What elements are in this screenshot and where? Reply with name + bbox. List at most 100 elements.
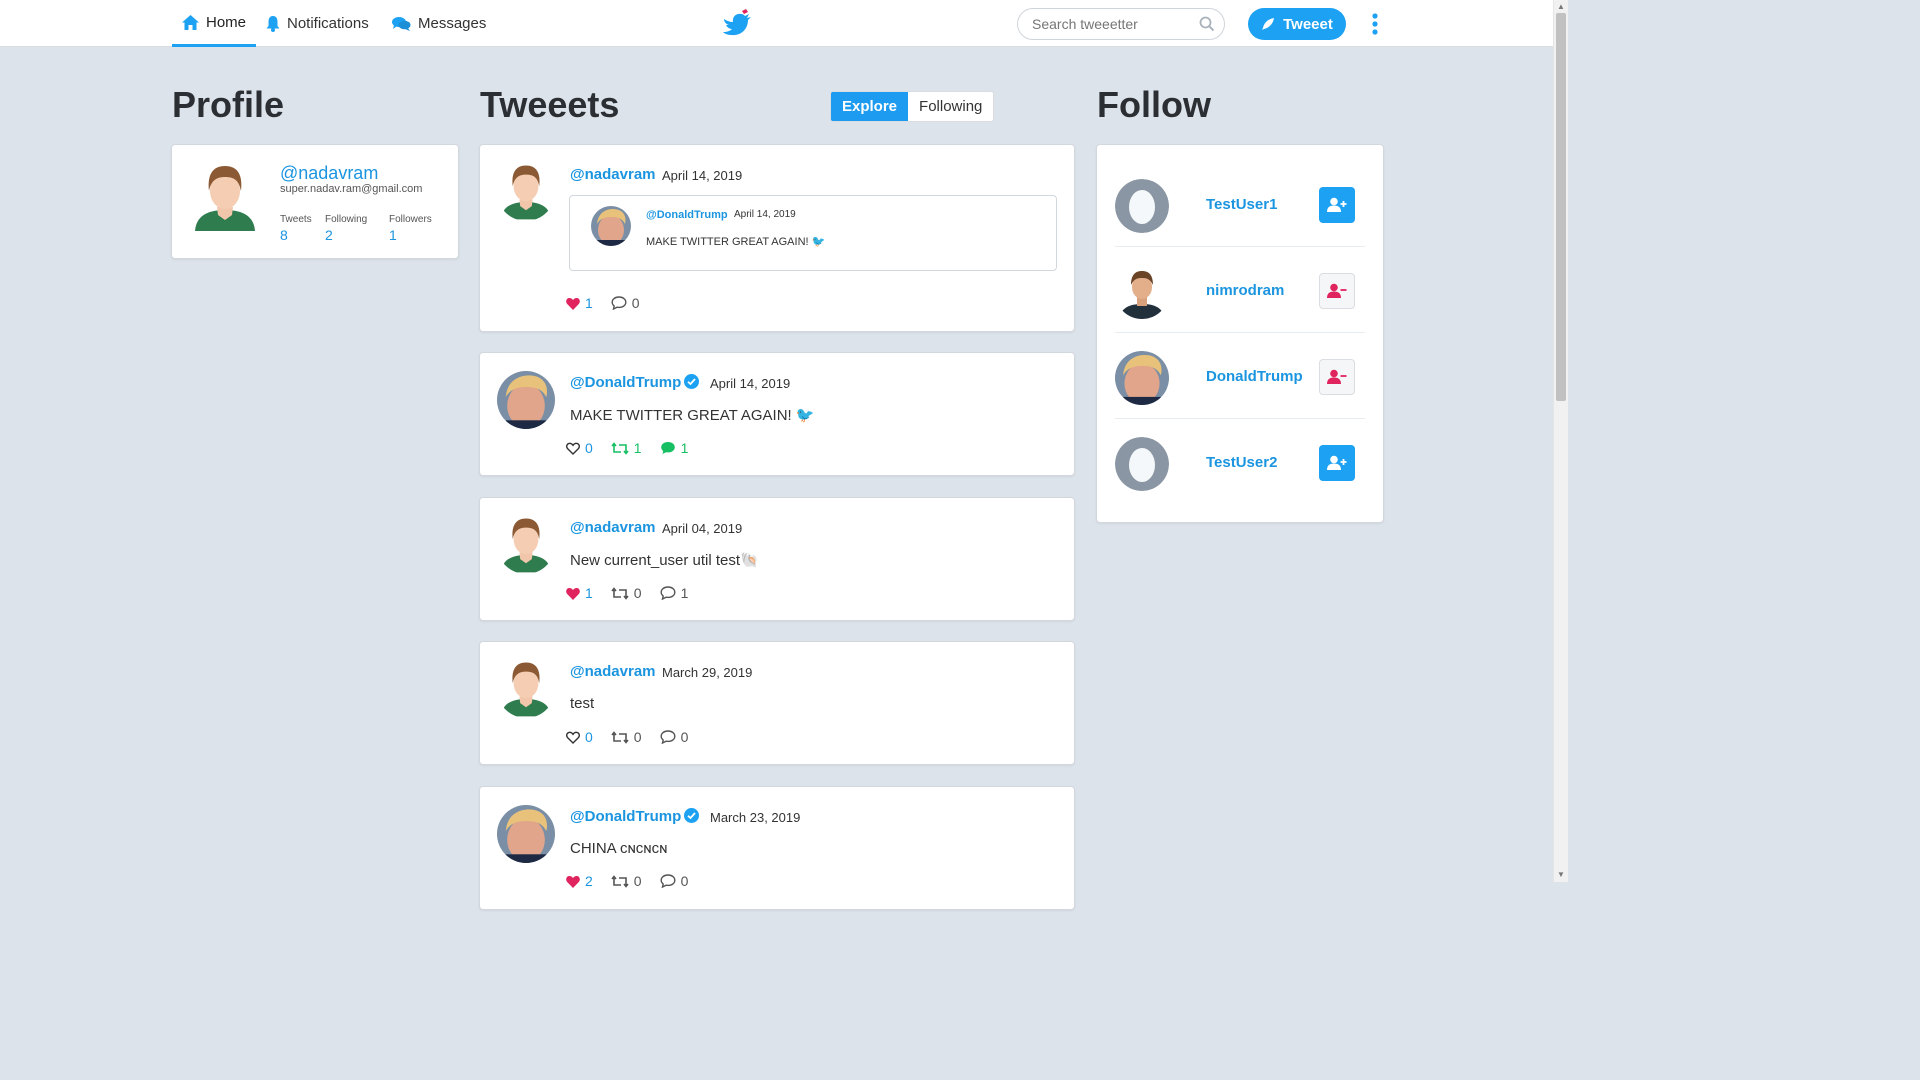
nav-notifications[interactable]: Notifications (266, 0, 369, 47)
like-button[interactable]: 0 (566, 440, 593, 456)
like-button[interactable]: 0 (566, 729, 593, 745)
comment-icon (660, 874, 676, 888)
profile-avatar[interactable] (192, 163, 258, 233)
avatar[interactable] (1115, 265, 1169, 319)
comment-count: 0 (631, 295, 640, 311)
comment-icon (660, 730, 676, 744)
like-count: 0 (585, 440, 593, 456)
stat-followers-value[interactable]: 1 (389, 227, 397, 243)
avatar[interactable] (497, 660, 555, 718)
feed-heading: Tweeets (480, 84, 620, 125)
stat-following-label: Following (325, 214, 368, 225)
follow-username[interactable]: DonaldTrump (1206, 368, 1303, 385)
quoted-handle[interactable]: @DonaldTrump (646, 209, 728, 221)
retweet-button[interactable]: 0 (611, 873, 642, 889)
comment-button[interactable]: 0 (660, 873, 688, 889)
nav-home[interactable]: Home (172, 0, 256, 47)
stat-following-value[interactable]: 2 (325, 227, 333, 243)
user-plus-icon (1327, 197, 1347, 212)
like-button[interactable]: 1 (566, 585, 593, 601)
tweet-card[interactable]: @DonaldTrump April 14, 2019 MAKE TWITTER… (479, 352, 1075, 476)
follow-suggestion-row: TestUser2 (1115, 419, 1365, 505)
tweet-text: test (570, 695, 595, 712)
retweet-count: 0 (633, 585, 642, 601)
retweet-button[interactable]: 0 (611, 729, 642, 745)
unfollow-button[interactable] (1319, 359, 1355, 395)
avatar[interactable] (1115, 351, 1169, 405)
tweet-handle[interactable]: @DonaldTrump (570, 808, 681, 825)
retweet-button[interactable]: 1 (611, 440, 642, 456)
tweet-text: CHINA ᴄɴᴄɴᴄɴ (570, 840, 668, 857)
follow-username[interactable]: TestUser1 (1206, 196, 1277, 213)
comment-button[interactable]: 0 (660, 729, 689, 745)
stat-tweets-value[interactable]: 8 (280, 227, 288, 243)
search-input[interactable] (1032, 16, 1192, 32)
follow-username[interactable]: nimrodram (1206, 282, 1284, 299)
comment-filled-icon (660, 442, 675, 454)
tweet-card[interactable]: @nadavram April 14, 2019 @DonaldTrump Ap… (479, 144, 1075, 332)
follow-username[interactable]: TestUser2 (1206, 454, 1277, 471)
retweet-count: 0 (633, 873, 642, 889)
vertical-scrollbar[interactable]: ▲ ▼ (1553, 0, 1568, 882)
follow-suggestion-row: TestUser1 (1115, 161, 1365, 247)
tweet-handle[interactable]: @nadavram (570, 166, 656, 183)
tweet-date: March 23, 2019 (710, 810, 801, 825)
more-options-icon[interactable] (1370, 13, 1380, 40)
twitter-bird-logo-icon[interactable] (722, 9, 752, 42)
tweet-card[interactable]: @nadavram April 04, 2019 New current_use… (479, 497, 1075, 621)
scrollbar-thumb[interactable] (1556, 13, 1566, 401)
follow-button[interactable] (1319, 445, 1355, 481)
profile-handle[interactable]: @nadavram (280, 163, 378, 184)
like-button[interactable]: 2 (566, 873, 593, 889)
default-egg-avatar[interactable] (1115, 179, 1169, 233)
like-count: 0 (585, 729, 593, 745)
retweet-icon (611, 730, 629, 744)
comment-button[interactable]: 0 (611, 295, 640, 311)
retweet-icon (611, 874, 629, 888)
tab-explore[interactable]: Explore (831, 92, 909, 121)
tab-following[interactable]: Following (908, 92, 994, 121)
unfollow-button[interactable] (1319, 273, 1355, 309)
nav-home-label: Home (205, 13, 246, 31)
user-minus-icon (1327, 283, 1347, 298)
like-button[interactable]: 1 (566, 295, 593, 311)
heart-filled-icon (566, 297, 580, 310)
follow-button[interactable] (1319, 187, 1355, 223)
avatar[interactable] (497, 371, 555, 429)
avatar[interactable] (497, 163, 555, 221)
tweet-actions: 1 0 1 (566, 585, 706, 601)
retweet-button[interactable]: 0 (611, 585, 642, 601)
avatar[interactable] (497, 516, 555, 574)
user-minus-icon (1327, 369, 1347, 384)
search-icon[interactable] (1199, 16, 1215, 32)
retweet-count: 1 (633, 440, 642, 456)
avatar[interactable] (497, 805, 555, 863)
messages-icon (392, 17, 411, 31)
tweet-handle[interactable]: @DonaldTrump (570, 374, 681, 391)
tweet-actions: 0 1 1 (566, 440, 706, 456)
tweet-actions: 2 0 0 (566, 873, 706, 889)
tweet-card[interactable]: @DonaldTrump March 23, 2019 CHINA ᴄɴᴄɴᴄɴ… (479, 786, 1075, 910)
scroll-up-icon[interactable]: ▲ (1557, 2, 1565, 11)
quoted-avatar[interactable] (591, 206, 631, 246)
default-egg-avatar[interactable] (1115, 437, 1169, 491)
comment-count: 0 (680, 729, 689, 745)
tweet-handle[interactable]: @nadavram (570, 663, 656, 680)
nav-messages[interactable]: Messages (392, 0, 486, 47)
search-box[interactable] (1017, 8, 1225, 40)
quoted-tweet[interactable]: @DonaldTrump April 14, 2019 MAKE TWITTER… (569, 195, 1057, 271)
comment-button[interactable]: 1 (660, 585, 688, 601)
profile-heading: Profile (172, 84, 285, 125)
retweet-icon (611, 586, 629, 600)
comment-button[interactable]: 1 (660, 440, 689, 456)
tweet-card[interactable]: @nadavram March 29, 2019 test 0 0 0 (479, 641, 1075, 765)
tweet-actions: 1 0 (566, 295, 658, 311)
tweet-handle[interactable]: @nadavram (570, 519, 656, 536)
comment-count: 1 (680, 440, 689, 456)
tweet-button[interactable]: Tweeet (1248, 8, 1346, 40)
verified-badge-icon (684, 374, 699, 389)
profile-card: @nadavram super.nadav.ram@gmail.com Twee… (171, 144, 459, 259)
heart-filled-icon (566, 875, 580, 888)
tweet-button-label: Tweeet (1283, 15, 1333, 33)
scroll-down-icon[interactable]: ▼ (1557, 870, 1565, 879)
